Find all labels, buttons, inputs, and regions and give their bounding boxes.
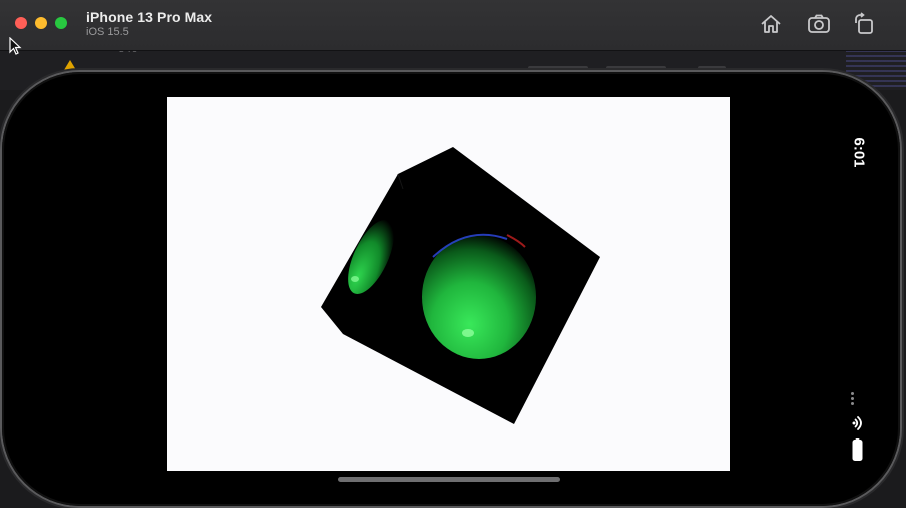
camera-icon <box>808 14 830 33</box>
maximize-window-button[interactable] <box>55 17 67 29</box>
simulator-title-bar: iPhone 13 Pro Max iOS 15.5 <box>0 0 906 51</box>
home-button[interactable] <box>758 11 784 37</box>
status-dots <box>851 392 855 407</box>
status-bar-time: 6:01 <box>850 137 868 168</box>
rendered-3d-cube[interactable] <box>167 97 730 471</box>
rotate-button[interactable] <box>851 11 877 37</box>
warning-icon <box>64 60 76 70</box>
device-os-version: iOS 15.5 <box>86 26 129 38</box>
rotate-icon <box>855 12 873 34</box>
green-sphere <box>422 235 536 359</box>
screenshot-button[interactable] <box>806 11 832 37</box>
app-viewport[interactable] <box>167 97 730 471</box>
home-indicator[interactable] <box>338 477 560 482</box>
battery-icon <box>852 438 863 461</box>
mouse-cursor-icon <box>9 37 22 55</box>
close-window-button[interactable] <box>15 17 27 29</box>
wifi-icon <box>852 416 862 430</box>
minimize-window-button[interactable] <box>35 17 47 29</box>
home-icon <box>761 15 781 33</box>
device-name: iPhone 13 Pro Max <box>86 9 213 25</box>
